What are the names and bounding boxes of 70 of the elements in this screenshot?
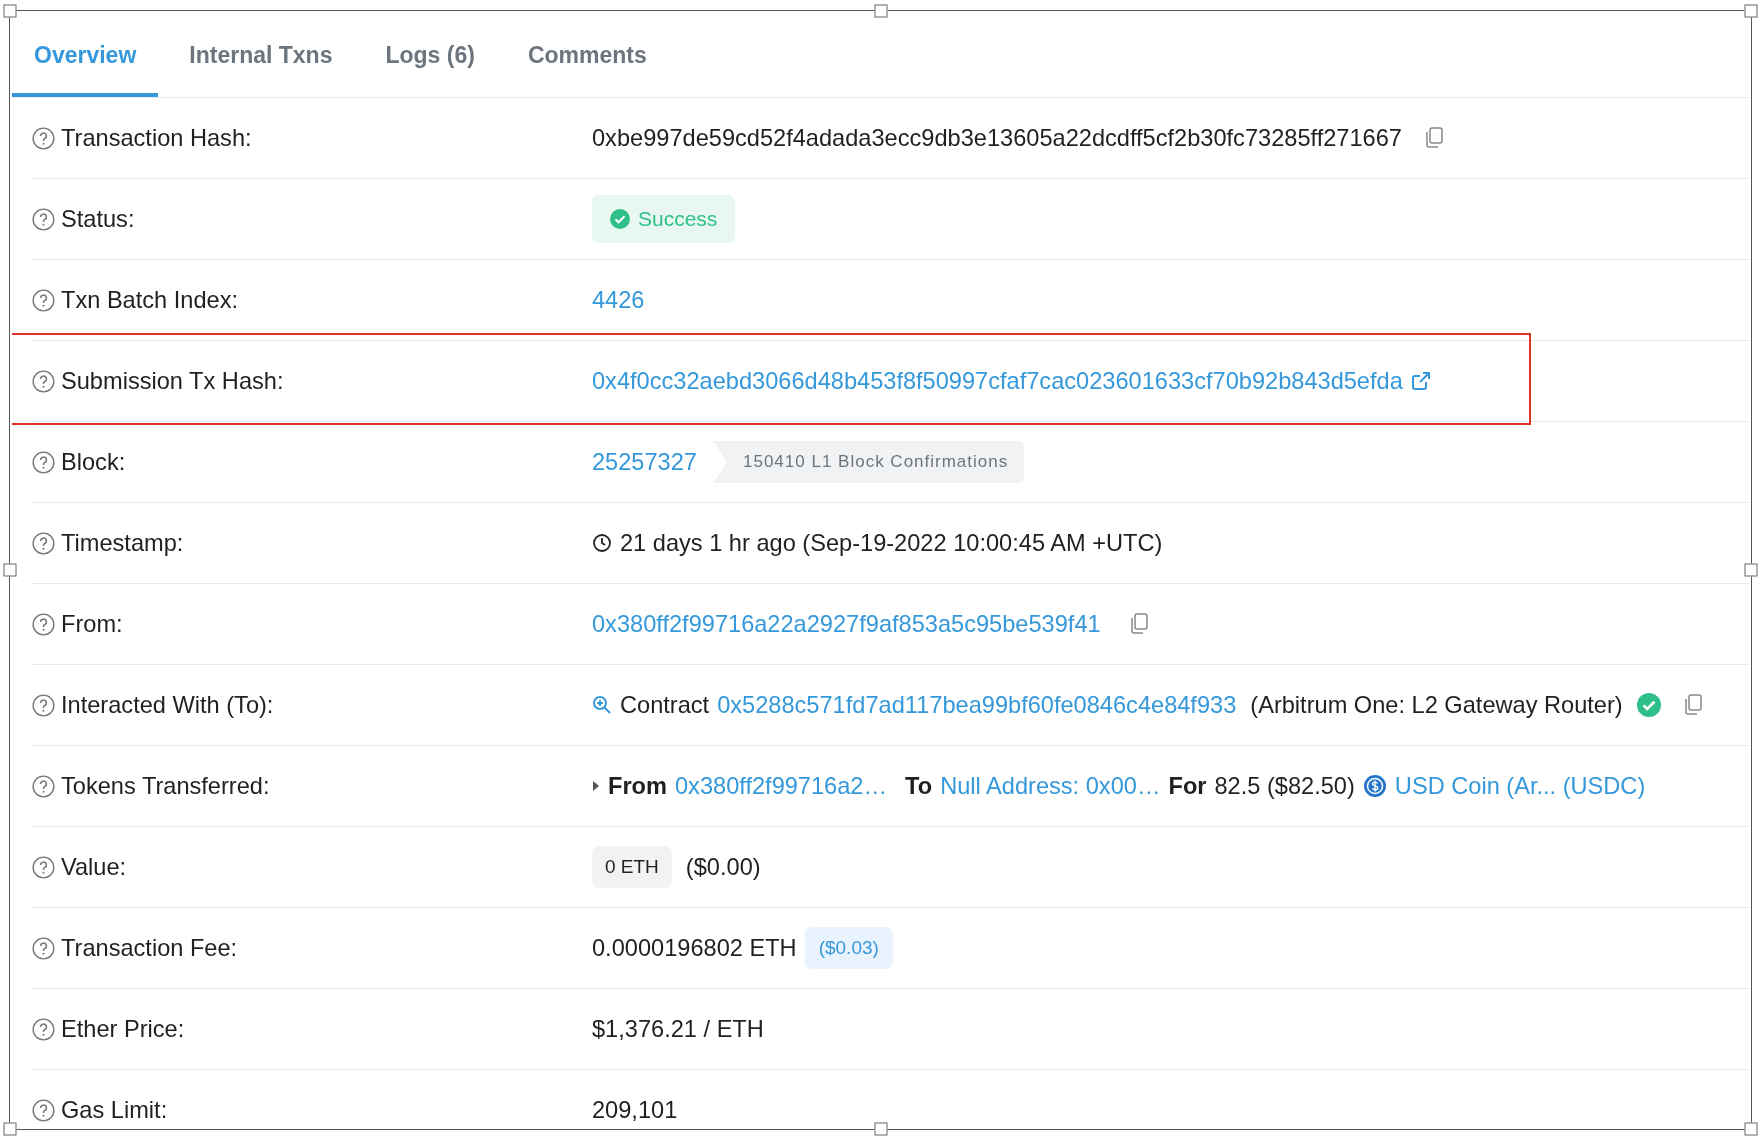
block-link[interactable]: 25257327	[592, 448, 697, 476]
help-icon[interactable]	[32, 693, 55, 717]
resize-handle[interactable]	[3, 4, 17, 18]
help-icon[interactable]	[32, 450, 55, 474]
confirmations-badge: 150410 L1 Block Confirmations	[713, 441, 1025, 483]
help-icon[interactable]	[32, 1017, 55, 1041]
field-label: Ether Price:	[61, 1015, 185, 1043]
copy-icon[interactable]	[1423, 127, 1444, 149]
tab[interactable]: Comments	[505, 11, 669, 97]
sender-address-link[interactable]: 0x380ff2f99716a2…	[675, 772, 888, 800]
help-icon[interactable]	[32, 207, 55, 231]
zoom-in-icon	[592, 695, 612, 715]
fee-amount: 0.0000196802 ETH	[592, 934, 797, 962]
clock-icon	[592, 533, 612, 553]
field-label: Transaction Hash:	[61, 124, 252, 152]
tab[interactable]: Logs (6)	[363, 11, 497, 97]
field-label: From:	[61, 610, 123, 638]
field-label: Block:	[61, 448, 126, 476]
resize-handle[interactable]	[1744, 4, 1758, 18]
token-link[interactable]: USD Coin (Ar... (USDC)	[1394, 772, 1646, 800]
help-icon[interactable]	[32, 936, 55, 960]
token-amount: 82.5 ($82.50)	[1214, 772, 1355, 800]
tab[interactable]: Internal Txns	[167, 11, 355, 97]
field-label: Gas Limit:	[61, 1096, 168, 1124]
submission-hash-link[interactable]: 0x4f0cc32aebd3066d48b453f8f50997cfaf7cac023601633cf70b92b843d5efda	[592, 367, 1403, 395]
from-address-link[interactable]: 0x380ff2f99716a22a2927f9af853a5c95be539f41	[592, 610, 1101, 638]
field-label: Transaction Fee:	[61, 934, 238, 962]
help-icon[interactable]	[32, 126, 55, 150]
resize-handle[interactable]	[874, 4, 887, 18]
contract-label: Contract	[620, 691, 710, 719]
expand-caret-icon[interactable]	[592, 780, 600, 792]
help-icon[interactable]	[32, 1098, 55, 1122]
status-badge: Success	[592, 195, 736, 243]
field-label: Interacted With (To):	[61, 691, 274, 719]
field-label: Status:	[61, 205, 135, 233]
field-label: Timestamp:	[61, 529, 184, 557]
field-label: Txn Batch Index:	[61, 286, 239, 314]
help-icon[interactable]	[32, 774, 55, 798]
recipient-address-link[interactable]: Null Address: 0x00…	[940, 772, 1161, 800]
to-label: To	[905, 772, 933, 800]
for-label: For	[1168, 772, 1207, 800]
copy-icon[interactable]	[1682, 694, 1703, 716]
help-icon[interactable]	[32, 369, 55, 393]
value-usd: ($0.00)	[685, 853, 761, 881]
field-label: Submission Tx Hash:	[61, 367, 284, 395]
resize-handle[interactable]	[874, 1122, 887, 1136]
timestamp-text: 21 days 1 hr ago (Sep-19-2022 10:00:45 AM +UTC)	[620, 529, 1163, 557]
fee-usd-badge: ($0.03)	[804, 927, 893, 969]
batch-index-link[interactable]: 4426	[592, 286, 645, 314]
field-label: Tokens Transferred:	[61, 772, 270, 800]
transaction-hash: 0xbe997de59cd52f4adada3ecc9db3e13605a22dcdff5cf2b30fc73285ff271667	[592, 124, 1402, 152]
coin-icon	[1362, 774, 1387, 798]
resize-handle[interactable]	[1744, 563, 1758, 577]
resize-handle[interactable]	[1744, 1122, 1758, 1136]
value-badge: 0 ETH	[592, 846, 672, 888]
resize-handle[interactable]	[3, 1122, 17, 1136]
external-link-icon[interactable]	[1410, 371, 1431, 391]
copy-icon[interactable]	[1128, 613, 1149, 635]
from-label: From	[608, 772, 667, 800]
field-label: Value:	[61, 853, 127, 881]
contract-address-link[interactable]: 0x5288c571fd7ad117bea99bf60fe0846c4e84f933	[717, 691, 1237, 719]
help-icon[interactable]	[32, 531, 55, 555]
tab[interactable]: Overview	[12, 11, 159, 97]
resize-handle[interactable]	[3, 563, 17, 577]
field-value: 209,101	[592, 1096, 678, 1124]
help-icon[interactable]	[32, 288, 55, 312]
contract-name: (Arbitrum One: L2 Gateway Router)	[1250, 691, 1623, 719]
field-value: $1,376.21 / ETH	[592, 1015, 764, 1043]
help-icon[interactable]	[32, 612, 55, 636]
help-icon[interactable]	[32, 855, 55, 879]
